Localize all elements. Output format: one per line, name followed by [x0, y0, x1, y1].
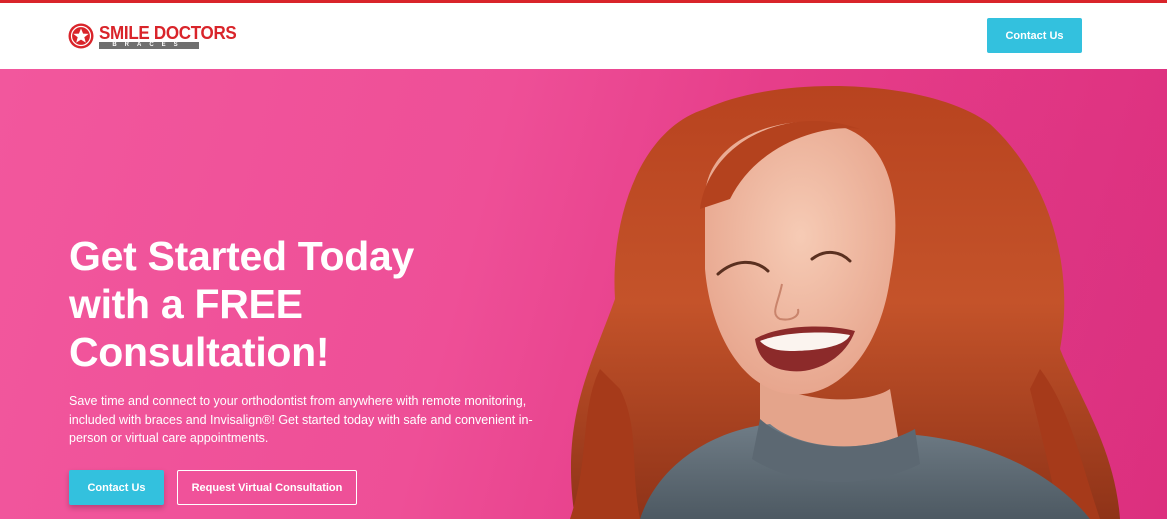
hero-title-line-1: Get Started Today	[69, 233, 414, 279]
request-virtual-consultation-button[interactable]: Request Virtual Consultation	[177, 470, 357, 505]
logo[interactable]: SMILE DOCTORS BRACES	[68, 23, 237, 49]
hero-description: Save time and connect to your orthodonti…	[69, 394, 533, 445]
site-header: SMILE DOCTORS BRACES Contact Us	[0, 3, 1167, 69]
hero-title-line-3: Consultation!	[69, 329, 330, 375]
logo-subtitle: BRACES	[99, 42, 199, 49]
header-contact-button[interactable]: Contact Us	[987, 18, 1082, 53]
hero-title: Get Started Today with a FREE Consultati…	[69, 232, 539, 376]
hero-section: Get Started Today with a FREE Consultati…	[0, 69, 1167, 519]
star-icon	[68, 23, 94, 49]
hero-title-line-2: with a FREE	[69, 281, 303, 327]
hero-contact-button[interactable]: Contact Us	[69, 470, 164, 505]
